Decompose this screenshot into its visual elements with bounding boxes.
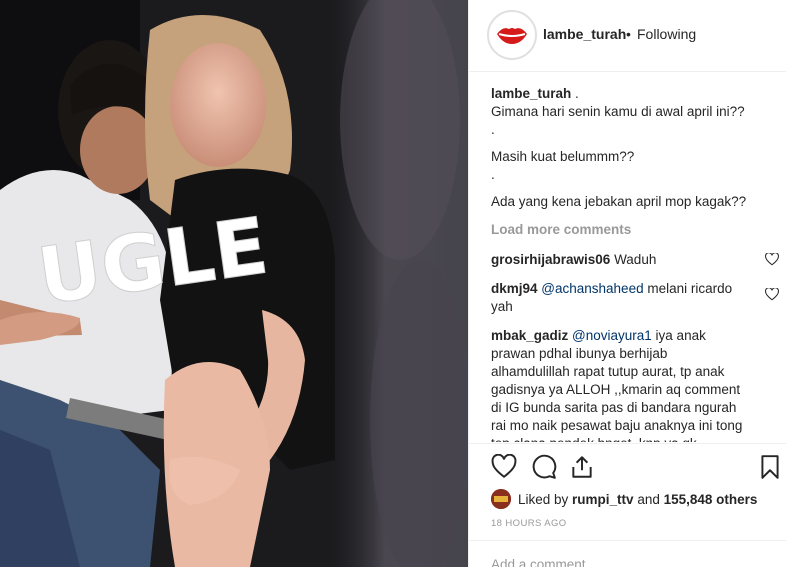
liker-username[interactable]: rumpi_ttv	[572, 492, 634, 507]
ugle-sticker: UGLE	[32, 201, 274, 323]
following-button[interactable]: Following	[637, 26, 696, 42]
heart-outline-icon[interactable]	[765, 253, 779, 266]
heart-icon[interactable]	[491, 454, 517, 480]
load-more-comments-button[interactable]: Load more comments	[491, 221, 781, 239]
post-author-username[interactable]: lambe_turah	[543, 26, 626, 42]
caption-line: .	[491, 122, 495, 137]
likes-text[interactable]: Liked by rumpi_ttv and 155,848 others	[518, 492, 757, 507]
red-lips-logo-icon[interactable]	[487, 10, 537, 60]
post-side-panel: lambe_turah • Following lambe_turah . Gi…	[468, 0, 786, 567]
caption-line: Masih kuat belummm??	[491, 149, 635, 164]
ugle-sticker-text: UGLE	[32, 201, 273, 322]
liker-avatar[interactable]	[491, 489, 511, 509]
speech-bubble-icon[interactable]	[531, 454, 557, 480]
comment-username[interactable]: dkmj94	[491, 281, 538, 296]
comment-mention[interactable]: @noviayura1	[572, 328, 652, 343]
comment-mention[interactable]: @achanshaheed	[541, 281, 643, 296]
comment-item: mbak_gadiz @noviayura1 iya anak prawan p…	[491, 327, 781, 442]
caption-suffix: .	[571, 86, 579, 101]
likes-summary: Liked by rumpi_ttv and 155,848 others	[491, 488, 781, 512]
bookmark-icon[interactable]	[757, 454, 783, 480]
post-header: lambe_turah • Following	[469, 0, 786, 72]
post-actions-bar	[469, 443, 786, 491]
add-comment-input[interactable]: Add a comment...	[491, 557, 597, 567]
caption: lambe_turah . Gimana hari senin kamu di …	[491, 85, 781, 211]
likes-count[interactable]: 155,848 others	[664, 492, 758, 507]
caption-line: .	[491, 167, 495, 182]
comment-username[interactable]: mbak_gadiz	[491, 328, 568, 343]
add-comment-box[interactable]: Add a comment...	[469, 540, 786, 567]
heart-outline-icon[interactable]	[765, 288, 779, 301]
header-separator: •	[626, 26, 631, 42]
likes-prefix: Liked by	[518, 492, 573, 507]
caption-line: Gimana hari senin kamu di awal april ini…	[491, 104, 745, 119]
comment-username[interactable]: grosirhijabrawis06	[491, 252, 610, 267]
post-photo[interactable]: UGLE	[0, 0, 468, 567]
caption-line: Ada yang kena jebakan april mop kagak??	[491, 194, 747, 209]
likes-middle: and	[633, 492, 664, 507]
comment-item: grosirhijabrawis06 Waduh	[491, 251, 781, 269]
share-icon[interactable]	[569, 454, 595, 480]
post-timestamp[interactable]: 18 HOURS AGO	[491, 518, 567, 529]
comments-list[interactable]: lambe_turah . Gimana hari senin kamu di …	[491, 85, 781, 442]
comment-text: iya anak prawan pdhal ibunya berhijab al…	[491, 328, 743, 442]
caption-username[interactable]: lambe_turah	[491, 86, 571, 101]
comment-item: dkmj94 @achanshaheed melani ricardo yah	[491, 280, 781, 316]
comment-text: Waduh	[610, 252, 657, 267]
